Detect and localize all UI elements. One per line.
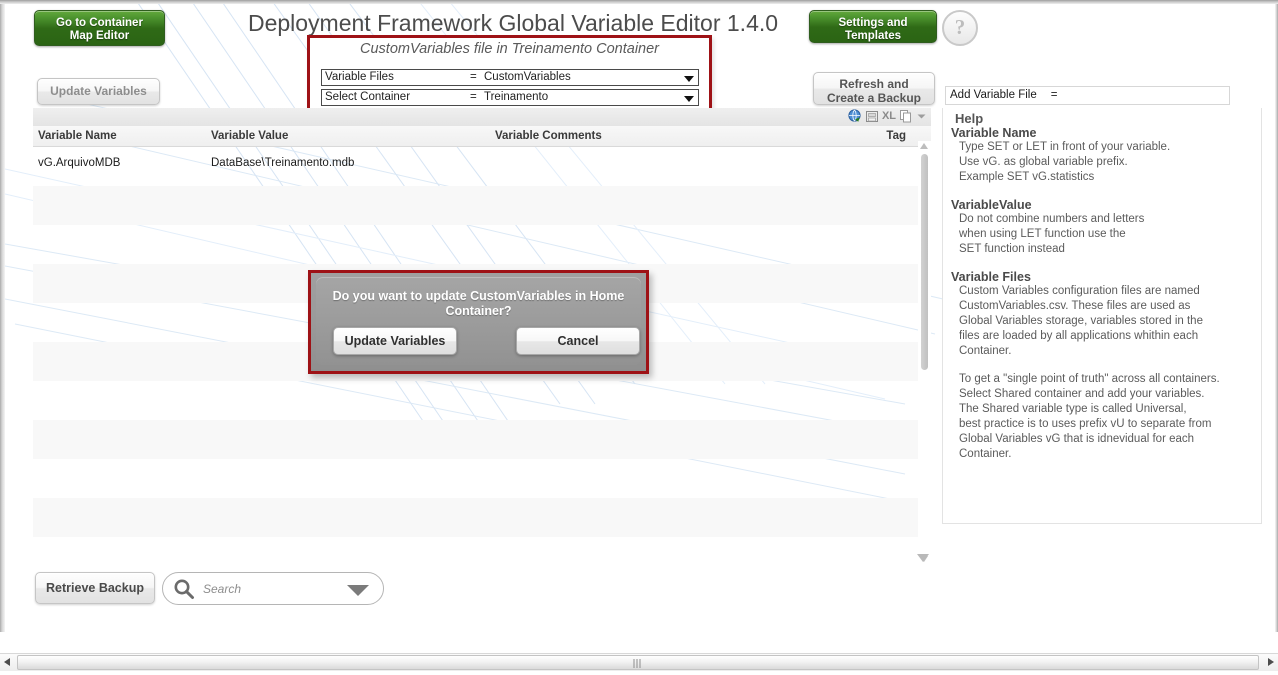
dialog-confirm-label: Update Variables — [344, 334, 446, 348]
scroll-left-arrow-icon[interactable] — [4, 658, 10, 666]
retrieve-backup-label: Retrieve Backup — [46, 581, 144, 595]
dialog-cancel-label: Cancel — [557, 334, 599, 348]
page-title: Deployment Framework Global Variable Edi… — [247, 10, 779, 36]
cell-variable-value: DataBase\Treinamento.mdb — [211, 157, 355, 169]
help-heading-variable-value: VariableValue — [951, 198, 1032, 212]
table-row[interactable] — [33, 537, 918, 564]
export-excel-icon[interactable]: XL — [882, 110, 896, 123]
help-body-variable-files-continued: To get a "single point of truth" across … — [959, 373, 1220, 460]
variable-files-label: Variable Files — [325, 71, 394, 83]
window-bottom-area — [0, 632, 1278, 675]
chevron-down-icon[interactable] — [684, 76, 694, 82]
dialog-cancel-button[interactable]: Cancel — [516, 327, 640, 355]
column-header-variable-value[interactable]: Variable Value — [211, 130, 288, 142]
settings-label: Settings and Templates — [838, 17, 908, 42]
horizontal-scrollbar[interactable] — [0, 653, 1278, 671]
search-icon — [174, 579, 194, 599]
more-options-icon[interactable] — [916, 111, 927, 122]
table-toolbar: XL — [33, 108, 931, 127]
help-icon[interactable]: ? — [942, 10, 978, 46]
table-row[interactable] — [33, 420, 918, 459]
refresh-and-create-backup-button[interactable]: Refresh and Create a Backup — [813, 72, 935, 105]
export-print-icon[interactable] — [865, 110, 878, 123]
add-variable-file-equals: = — [1050, 89, 1058, 101]
add-variable-file-field[interactable]: Add Variable File = — [945, 86, 1230, 105]
retrieve-backup-button[interactable]: Retrieve Backup — [35, 572, 155, 604]
cell-variable-name: vG.ArquivoMDB — [38, 157, 121, 169]
variable-file-selector-panel: CustomVariables file in Treinamento Cont… — [307, 35, 712, 111]
table-row[interactable] — [33, 459, 918, 498]
table-row[interactable] — [33, 186, 918, 225]
variable-files-equals: = — [470, 71, 477, 83]
table-header-row: Variable Name Variable Value Variable Co… — [33, 126, 931, 147]
add-variable-file-label: Add Variable File — [950, 89, 1037, 101]
scroll-right-arrow-icon[interactable] — [1268, 658, 1274, 666]
go-to-container-map-editor-button[interactable]: Go to Container Map Editor — [34, 10, 165, 46]
help-body-variable-name: Type SET or LET in front of your variabl… — [959, 141, 1171, 183]
application-window: Deployment Framework Global Variable Edi… — [0, 0, 1278, 675]
chevron-down-icon[interactable] — [684, 96, 694, 102]
dialog-message: Do you want to update CustomVariables in… — [332, 289, 625, 318]
column-header-variable-name[interactable]: Variable Name — [38, 130, 117, 142]
column-header-tag[interactable]: Tag — [886, 130, 906, 142]
select-container-value: Treinamento — [484, 91, 549, 103]
dialog-update-variables-button[interactable]: Update Variables — [333, 327, 457, 355]
confirm-update-dialog: Do you want to update CustomVariables in… — [308, 270, 649, 374]
table-export-icons: XL — [848, 109, 927, 123]
settings-and-templates-button[interactable]: Settings and Templates — [809, 10, 937, 43]
table-vertical-scrollbar[interactable] — [918, 141, 931, 564]
refresh-backup-label: Refresh and Create a Backup — [826, 77, 922, 105]
scroll-grip-icon — [633, 659, 643, 668]
update-variables-label: Update Variables — [50, 84, 147, 98]
help-body-variable-value: Do not combine numbers and letters when … — [959, 213, 1145, 255]
dialog-body: Do you want to update CustomVariables in… — [316, 277, 641, 365]
help-panel: Help Variable Name Type SET or LET in fr… — [942, 108, 1262, 524]
copy-icon[interactable] — [900, 109, 912, 123]
collapse-panel-icon[interactable] — [917, 554, 929, 562]
select-container-equals: = — [470, 91, 477, 103]
help-panel-title: Help — [955, 111, 984, 126]
page-canvas: Deployment Framework Global Variable Edi… — [5, 4, 1275, 630]
column-header-variable-comments[interactable]: Variable Comments — [495, 130, 602, 142]
selector-caption: CustomVariables file in Treinamento Cont… — [360, 41, 659, 57]
help-heading-variable-name: Variable Name — [951, 126, 1037, 140]
vertical-scroll-thumb[interactable] — [921, 154, 928, 370]
scroll-up-arrow-icon[interactable] — [920, 143, 928, 149]
select-container-dropdown[interactable]: Select Container = Treinamento — [321, 89, 699, 106]
search-dropdown-icon[interactable] — [347, 585, 369, 596]
go-to-map-label: Go to Container Map Editor — [56, 17, 143, 42]
table-row[interactable] — [33, 225, 918, 264]
search-input[interactable]: Search — [162, 572, 384, 605]
update-variables-button[interactable]: Update Variables — [37, 78, 160, 105]
table-row[interactable]: vG.ArquivoMDB DataBase\Treinamento.mdb — [33, 147, 918, 186]
table-row[interactable] — [33, 381, 918, 420]
table-row[interactable] — [33, 498, 918, 537]
help-body-variable-files: Custom Variables configuration files are… — [959, 285, 1203, 357]
horizontal-scroll-thumb[interactable] — [17, 655, 1259, 670]
select-container-label: Select Container — [325, 91, 411, 103]
export-web-icon[interactable] — [848, 109, 862, 123]
variable-files-dropdown[interactable]: Variable Files = CustomVariables — [321, 69, 699, 86]
variable-files-value: CustomVariables — [484, 71, 571, 83]
help-heading-variable-files: Variable Files — [951, 270, 1031, 284]
search-placeholder: Search — [203, 582, 242, 596]
